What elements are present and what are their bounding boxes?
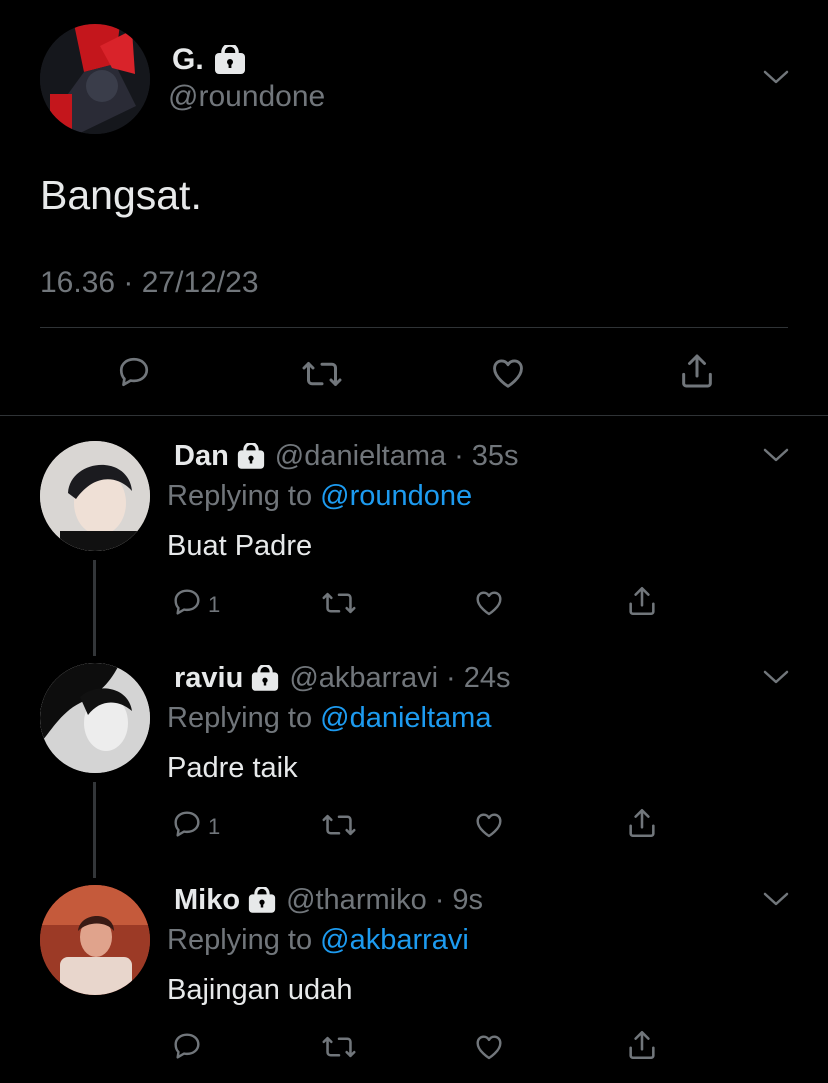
share-icon[interactable]	[625, 1028, 659, 1062]
handle[interactable]: @tharmiko	[286, 884, 427, 917]
lock-icon	[237, 442, 265, 470]
section-divider	[0, 415, 828, 416]
avatar[interactable]	[40, 24, 150, 134]
heart-icon[interactable]	[472, 1030, 506, 1062]
avatar-image	[40, 441, 150, 551]
separator-dot: ·	[434, 883, 445, 916]
replying-prefix: Replying to	[167, 480, 313, 512]
replying-to: Replying to @danieltama	[167, 702, 491, 735]
retweet-icon[interactable]	[300, 354, 344, 394]
tweet-timestamp[interactable]: 16.36 · 27/12/23	[40, 266, 259, 300]
display-name[interactable]: Miko	[174, 884, 240, 917]
tweet-text: Bangsat.	[40, 172, 202, 218]
time[interactable]: 9s	[452, 884, 483, 917]
replying-to-link[interactable]: @roundone	[320, 480, 472, 512]
tweet-text: Bajingan udah	[167, 974, 353, 1006]
time[interactable]: 35s	[472, 440, 519, 473]
avatar[interactable]	[40, 885, 150, 995]
replying-prefix: Replying to	[167, 924, 313, 956]
tweet-text: Padre taik	[167, 752, 298, 784]
replying-to: Replying to @roundone	[167, 480, 472, 513]
share-icon[interactable]	[625, 584, 659, 618]
reply-count: 1	[208, 592, 221, 617]
tweet-text: Buat Padre	[167, 530, 313, 562]
thread-line	[93, 782, 96, 878]
heart-icon[interactable]	[472, 586, 506, 618]
chevron-down-icon[interactable]	[762, 446, 790, 464]
reply-icon[interactable]	[170, 1029, 204, 1063]
handle[interactable]: @danieltama	[275, 440, 446, 473]
retweet-icon[interactable]	[320, 810, 358, 840]
lock-icon	[214, 45, 246, 75]
display-name[interactable]: raviu	[174, 662, 243, 695]
chevron-down-icon[interactable]	[762, 890, 790, 908]
time[interactable]: 24s	[464, 662, 511, 695]
avatar[interactable]	[40, 663, 150, 773]
replying-prefix: Replying to	[167, 702, 313, 734]
lock-icon	[248, 886, 276, 914]
heart-icon[interactable]	[472, 808, 506, 840]
avatar-image	[40, 885, 150, 995]
retweet-icon[interactable]	[320, 1032, 358, 1062]
lock-icon	[251, 664, 279, 692]
heart-icon[interactable]	[488, 352, 528, 392]
reply-icon[interactable]	[114, 352, 154, 392]
replying-to-link[interactable]: @danieltama	[320, 702, 491, 734]
divider	[40, 327, 788, 328]
replying-to: Replying to @akbarravi	[167, 924, 469, 957]
separator-dot: ·	[454, 439, 464, 472]
display-name[interactable]: Dan	[174, 440, 229, 473]
chevron-down-icon[interactable]	[762, 68, 790, 86]
reply-icon[interactable]	[170, 807, 204, 841]
separator-dot: ·	[446, 661, 456, 694]
chevron-down-icon[interactable]	[762, 668, 790, 686]
thread-line	[93, 560, 96, 656]
retweet-icon[interactable]	[320, 588, 358, 618]
share-icon[interactable]	[676, 350, 718, 392]
handle[interactable]: @roundone	[168, 80, 325, 114]
reply-icon[interactable]	[170, 585, 204, 619]
handle[interactable]: @akbarravi	[289, 662, 438, 695]
avatar-image	[40, 663, 150, 773]
avatar[interactable]	[40, 441, 150, 551]
avatar-image	[40, 24, 150, 134]
display-name[interactable]: G.	[172, 43, 204, 77]
reply-count: 1	[208, 814, 221, 839]
replying-to-link[interactable]: @akbarravi	[320, 924, 469, 956]
share-icon[interactable]	[625, 806, 659, 840]
